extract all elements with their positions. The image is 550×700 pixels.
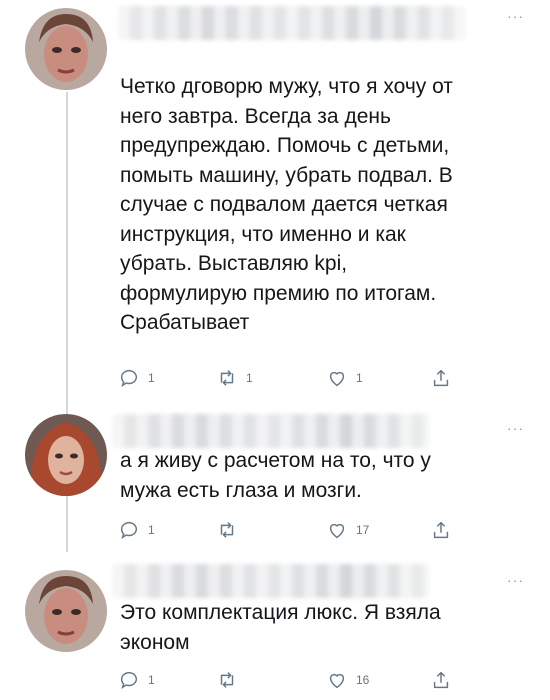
tweet-actions: 1 16 [118,667,468,693]
reply-icon [120,671,137,690]
tweet-1[interactable]: ··· Четко дговорю мужу, что я хочу от не… [0,0,550,400]
more-options-icon[interactable]: ··· [507,420,524,436]
like-count: 1 [356,371,363,385]
retweet-button[interactable] [216,667,246,693]
share-icon [433,671,449,689]
retweet-button[interactable]: 1 [216,365,253,391]
tweet-actions: 1 17 [118,517,468,543]
tweet-3[interactable]: ··· Это комплектация люкс. Я взяла эконо… [0,560,550,700]
heart-icon [329,673,345,689]
avatar-image [25,8,107,90]
retweet-button[interactable] [216,517,246,543]
like-button[interactable]: 16 [326,667,369,693]
like-button[interactable]: 17 [326,517,369,543]
tweet-text: Четко дговорю мужу, что я хочу от него з… [120,75,453,334]
tweet-2[interactable]: ··· а я живу с расчетом на то, что у муж… [0,408,550,558]
avatar-image [25,414,107,496]
heart-icon [329,523,345,539]
more-options-icon[interactable]: ··· [507,572,524,588]
reply-icon [120,369,137,388]
author-name-redacted [112,564,430,598]
share-icon [433,521,449,539]
like-count: 16 [356,673,370,687]
avatar-image [25,570,107,652]
share-button[interactable] [430,517,452,543]
share-button[interactable] [430,667,452,693]
avatar[interactable] [25,414,107,496]
reply-button[interactable]: 1 [118,667,155,693]
retweet-count: 1 [246,371,253,385]
retweet-icon [220,370,234,386]
reply-button[interactable]: 1 [118,365,155,391]
tweet-text: Это комплектация люкс. Я взяла эконом [120,601,441,654]
like-button[interactable]: 1 [326,365,363,391]
share-icon [433,369,449,387]
reply-count: 1 [148,523,155,537]
tweet-actions: 1 1 1 [118,365,468,391]
tweet-text: а я живу с расчетом на то, что у мужа ес… [120,449,431,502]
author-name-redacted [118,6,466,40]
author-name-redacted [112,414,430,448]
reply-button[interactable]: 1 [118,517,155,543]
retweet-icon [220,672,234,688]
avatar[interactable] [25,570,107,652]
more-options-icon[interactable]: ··· [507,8,524,24]
reply-count: 1 [148,673,155,687]
reply-count: 1 [148,371,155,385]
retweet-icon [220,522,234,538]
share-button[interactable] [430,365,452,391]
avatar[interactable] [25,8,107,90]
heart-icon [329,371,345,387]
reply-icon [120,521,137,540]
like-count: 17 [356,523,370,537]
